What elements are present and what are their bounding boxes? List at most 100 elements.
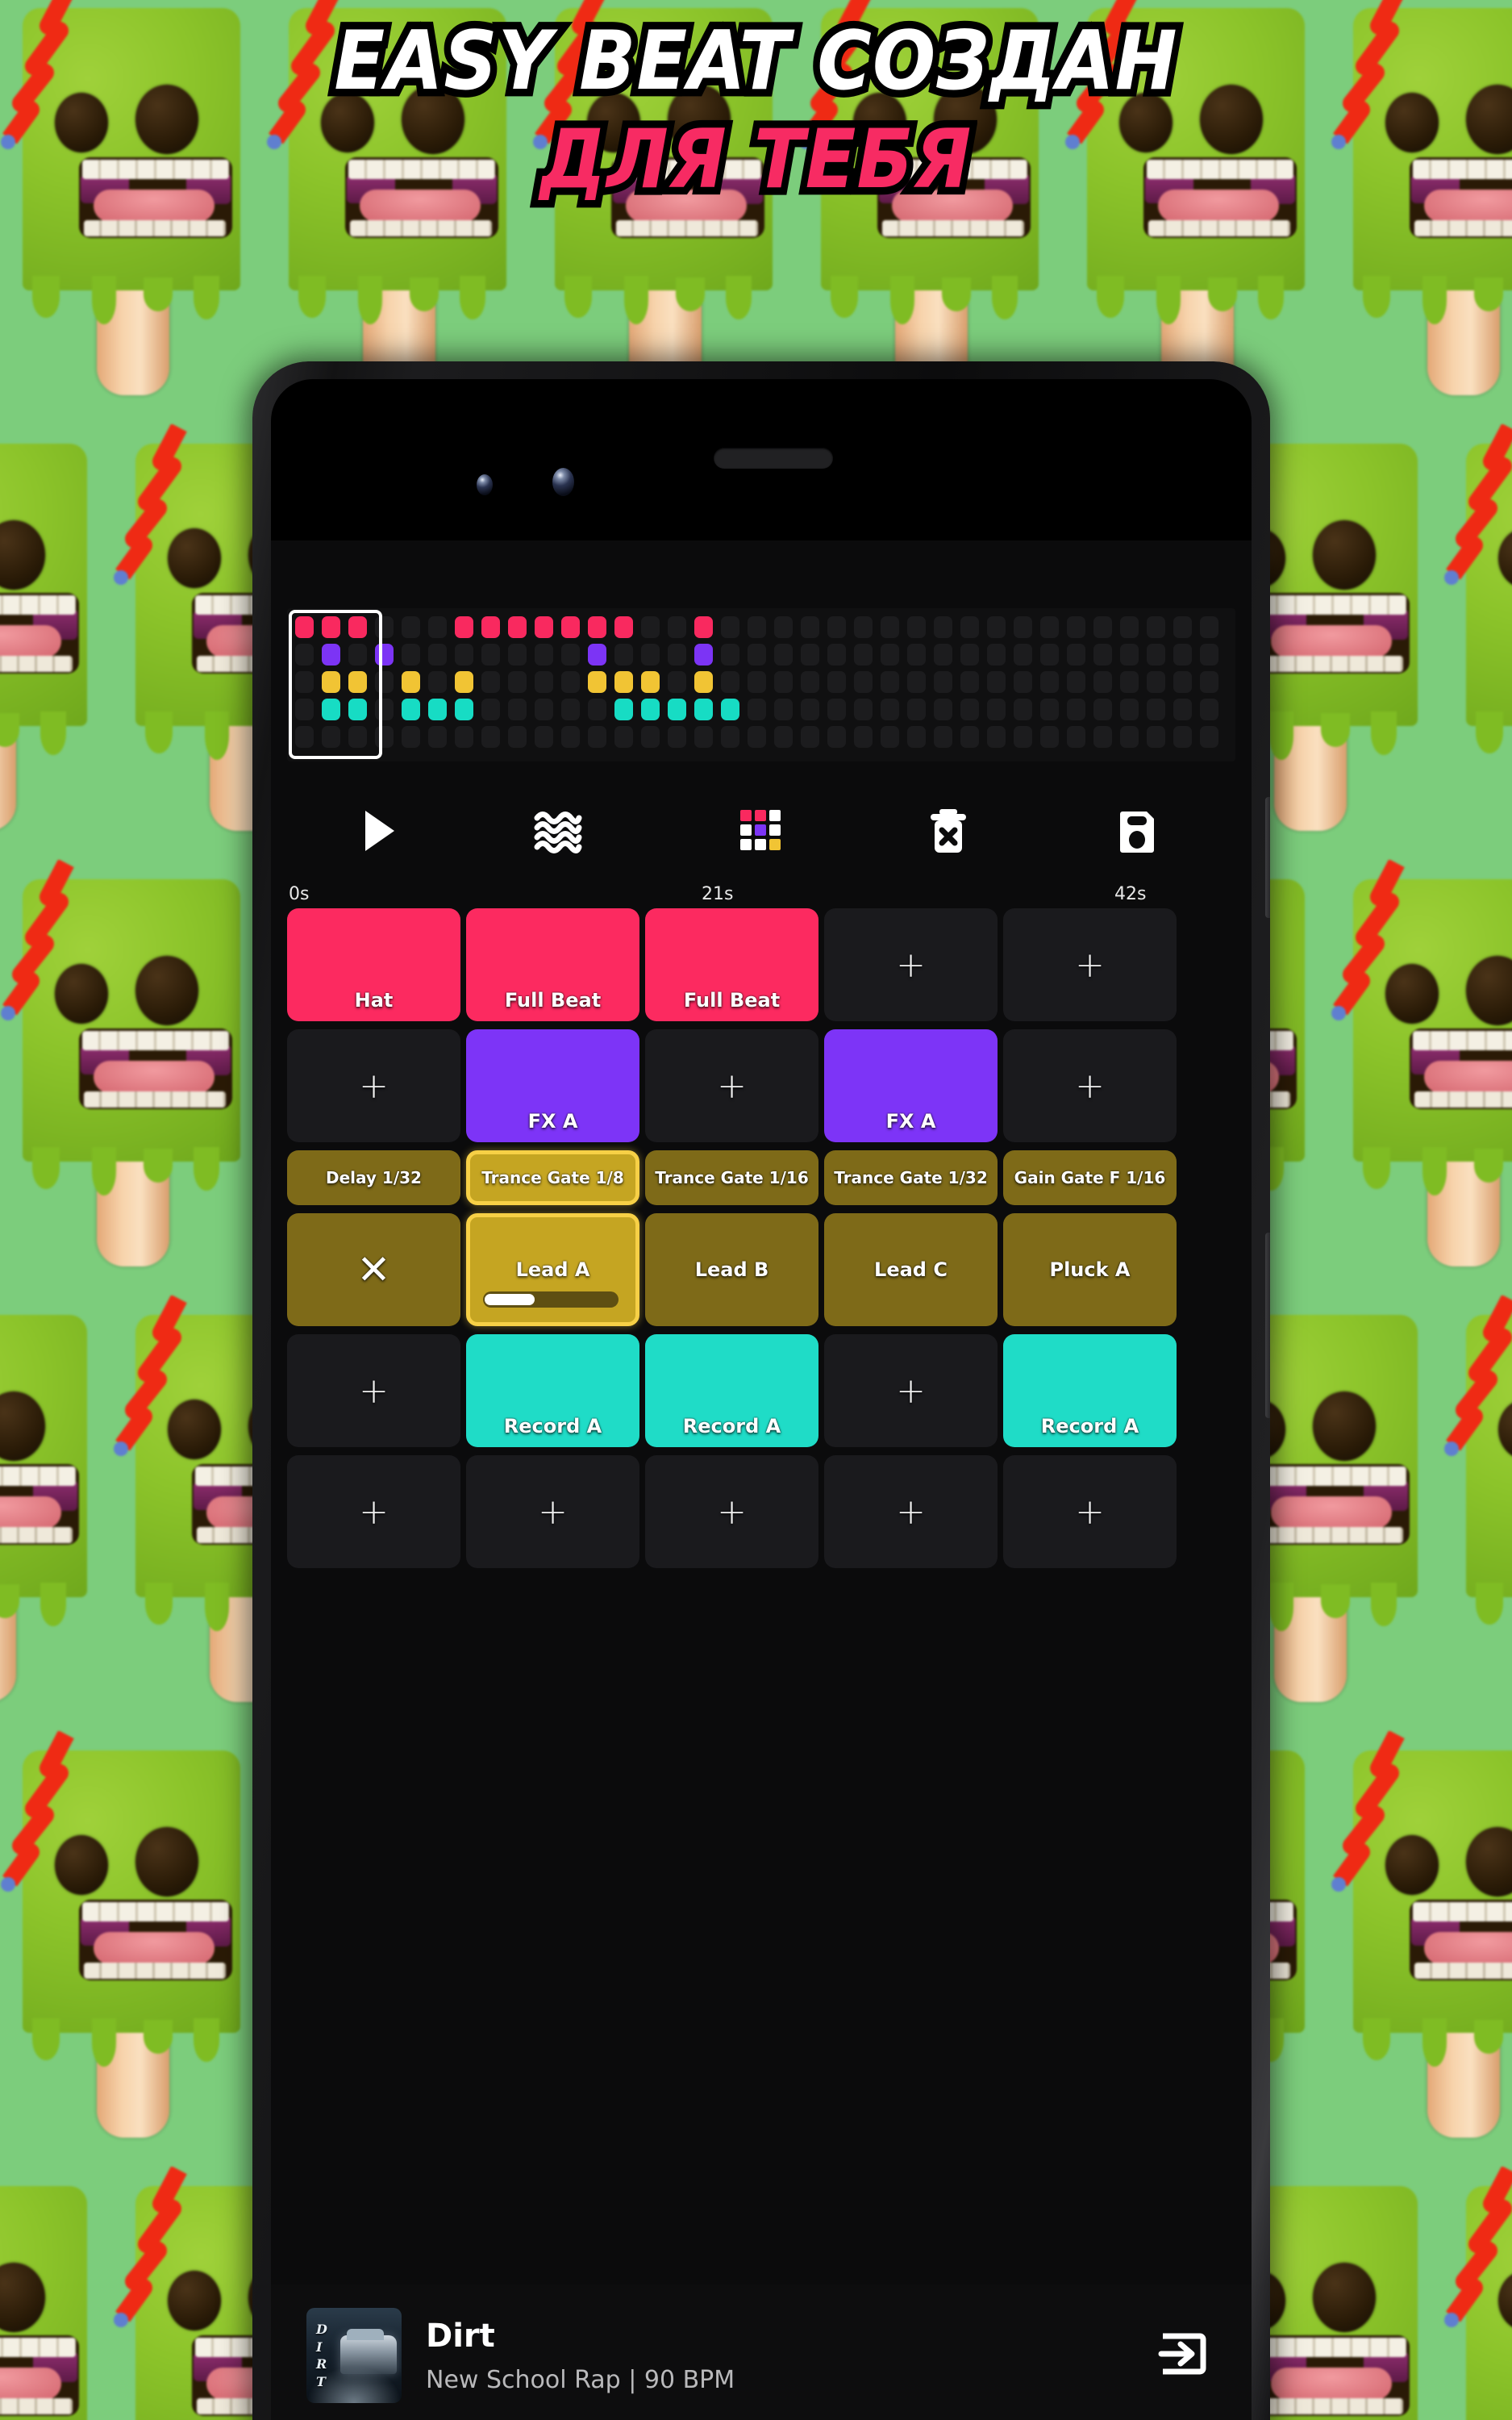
- pad-add-slot[interactable]: +: [287, 1455, 460, 1568]
- pattern-cell[interactable]: [721, 699, 739, 720]
- pattern-cell[interactable]: [1147, 644, 1165, 666]
- pattern-grid-button[interactable]: [697, 791, 826, 871]
- pattern-cell[interactable]: [641, 699, 660, 720]
- pattern-cell[interactable]: [428, 616, 447, 638]
- pattern-cell[interactable]: [881, 671, 899, 693]
- pattern-cell[interactable]: [827, 699, 846, 720]
- pattern-cell[interactable]: [748, 671, 766, 693]
- pattern-cell[interactable]: [1173, 726, 1192, 748]
- pattern-cell[interactable]: [801, 644, 819, 666]
- pattern-cell[interactable]: [348, 699, 367, 720]
- pad-record-a[interactable]: Record A: [1003, 1334, 1177, 1447]
- pattern-cell[interactable]: [481, 671, 500, 693]
- pattern-cell[interactable]: [960, 616, 979, 638]
- exit-button[interactable]: [1156, 2328, 1208, 2384]
- pad-trance-gate-1-32[interactable]: Trance Gate 1/32: [824, 1150, 998, 1205]
- pattern-cell[interactable]: [481, 699, 500, 720]
- pattern-cell[interactable]: [1147, 616, 1165, 638]
- pattern-cell[interactable]: [322, 699, 340, 720]
- pad-trance-gate-1-8[interactable]: Trance Gate 1/8: [466, 1150, 639, 1205]
- pattern-cell[interactable]: [748, 726, 766, 748]
- pattern-cell[interactable]: [428, 671, 447, 693]
- pattern-cell[interactable]: [614, 699, 633, 720]
- pattern-cell[interactable]: [535, 616, 553, 638]
- pattern-cell[interactable]: [960, 699, 979, 720]
- pad-add-slot[interactable]: +: [1003, 908, 1177, 1021]
- pad-add-slot[interactable]: +: [1003, 1455, 1177, 1568]
- pattern-cell[interactable]: [348, 726, 367, 748]
- pattern-cell[interactable]: [748, 616, 766, 638]
- pattern-cell[interactable]: [801, 616, 819, 638]
- pattern-cell[interactable]: [854, 726, 873, 748]
- pattern-cell[interactable]: [881, 699, 899, 720]
- save-button[interactable]: [1073, 791, 1202, 871]
- pattern-cell[interactable]: [774, 671, 793, 693]
- pattern-cell[interactable]: [668, 726, 686, 748]
- pattern-cell[interactable]: [348, 671, 367, 693]
- pattern-cell[interactable]: [748, 699, 766, 720]
- pattern-cell[interactable]: [588, 726, 606, 748]
- pattern-cell[interactable]: [907, 644, 926, 666]
- pattern-cell[interactable]: [1067, 616, 1085, 638]
- pad-fx-a[interactable]: FX A: [824, 1029, 998, 1142]
- pattern-cell[interactable]: [934, 616, 952, 638]
- pattern-cell[interactable]: [774, 699, 793, 720]
- pattern-cell[interactable]: [694, 644, 713, 666]
- pattern-cell[interactable]: [428, 644, 447, 666]
- pad-pluck-a[interactable]: Pluck A: [1003, 1213, 1177, 1326]
- pattern-cell[interactable]: [402, 699, 420, 720]
- pattern-cell[interactable]: [375, 644, 394, 666]
- pad-record-a[interactable]: Record A: [645, 1334, 818, 1447]
- pattern-cell[interactable]: [934, 644, 952, 666]
- pattern-cell[interactable]: [295, 699, 314, 720]
- pattern-cell[interactable]: [1120, 699, 1139, 720]
- pattern-cell[interactable]: [668, 699, 686, 720]
- pattern-cell[interactable]: [428, 726, 447, 748]
- pattern-cell[interactable]: [1147, 671, 1165, 693]
- pattern-cell[interactable]: [1120, 671, 1139, 693]
- pattern-cell[interactable]: [1067, 699, 1085, 720]
- pad-delay-1-32[interactable]: Delay 1/32: [287, 1150, 460, 1205]
- pattern-cell[interactable]: [402, 671, 420, 693]
- pattern-cell[interactable]: [1173, 644, 1192, 666]
- pattern-cell[interactable]: [748, 644, 766, 666]
- pattern-cell[interactable]: [1014, 616, 1032, 638]
- pattern-cell[interactable]: [614, 671, 633, 693]
- pad-add-slot[interactable]: +: [645, 1455, 818, 1568]
- pattern-cell[interactable]: [721, 726, 739, 748]
- pad-add-slot[interactable]: +: [824, 1455, 998, 1568]
- pattern-cell[interactable]: [827, 726, 846, 748]
- pad-lead-b[interactable]: Lead B: [645, 1213, 818, 1326]
- pattern-cell[interactable]: [295, 644, 314, 666]
- pattern-cell[interactable]: [1120, 644, 1139, 666]
- pattern-cell[interactable]: [561, 644, 580, 666]
- pad-add-slot[interactable]: +: [824, 908, 998, 1021]
- pattern-cell[interactable]: [668, 644, 686, 666]
- pattern-cell[interactable]: [1173, 671, 1192, 693]
- pattern-cell[interactable]: [694, 726, 713, 748]
- phone-volume-button[interactable]: [1265, 1233, 1270, 1418]
- pattern-cell[interactable]: [668, 671, 686, 693]
- pad-add-slot[interactable]: +: [824, 1334, 998, 1447]
- pattern-cell[interactable]: [668, 616, 686, 638]
- phone-power-button[interactable]: [1265, 797, 1270, 918]
- pad-full-beat[interactable]: Full Beat: [466, 908, 639, 1021]
- pattern-cell[interactable]: [508, 644, 527, 666]
- pattern-cell[interactable]: [801, 726, 819, 748]
- pattern-cell[interactable]: [455, 726, 473, 748]
- pattern-cell[interactable]: [907, 726, 926, 748]
- pattern-cell[interactable]: [854, 644, 873, 666]
- pattern-cell[interactable]: [1200, 616, 1218, 638]
- pattern-cell[interactable]: [907, 699, 926, 720]
- pattern-cell[interactable]: [588, 699, 606, 720]
- pattern-cell[interactable]: [508, 671, 527, 693]
- pad-gain-gate-f-1-16[interactable]: Gain Gate F 1/16: [1003, 1150, 1177, 1205]
- pattern-cell[interactable]: [1093, 616, 1112, 638]
- pattern-cell[interactable]: [535, 699, 553, 720]
- pattern-cell[interactable]: [987, 616, 1006, 638]
- pattern-cell[interactable]: [721, 671, 739, 693]
- pattern-cell[interactable]: [960, 726, 979, 748]
- pattern-cell[interactable]: [774, 616, 793, 638]
- pattern-cell[interactable]: [1173, 616, 1192, 638]
- pattern-cell[interactable]: [1120, 616, 1139, 638]
